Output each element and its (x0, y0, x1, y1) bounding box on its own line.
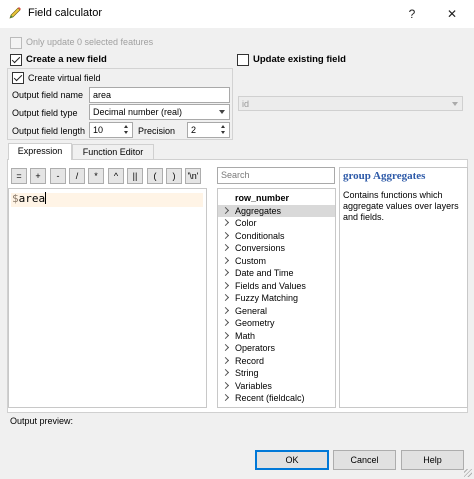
update-existing-field-checkbox[interactable] (237, 54, 249, 66)
operator-power-button[interactable]: ^ (108, 168, 124, 184)
precision-label: Precision (138, 126, 176, 136)
virtual-field-checkbox[interactable] (12, 72, 24, 84)
text-caret (45, 192, 47, 204)
output-field-length-spinbox[interactable]: 10 (89, 122, 133, 138)
output-field-length-label: Output field length (12, 126, 86, 136)
list-item-date-and-time[interactable]: Date and Time (218, 267, 335, 280)
operator-newline-button[interactable]: '\n' (185, 168, 201, 184)
spin-down-icon[interactable] (122, 130, 131, 136)
list-item-fuzzy-matching[interactable]: Fuzzy Matching (218, 292, 335, 305)
operator-open-paren-button[interactable]: ( (147, 168, 163, 184)
chevron-down-icon (452, 102, 458, 106)
expression-prefix: $ (12, 192, 19, 205)
chevron-right-icon (221, 393, 230, 402)
function-search-input[interactable]: Search (217, 167, 335, 184)
list-item-conversions[interactable]: Conversions (218, 242, 335, 255)
create-new-field-checkbox[interactable] (10, 54, 22, 66)
list-item-general[interactable]: General (218, 305, 335, 318)
tab-expression[interactable]: Expression (8, 143, 72, 160)
list-item-math[interactable]: Math (218, 330, 335, 343)
resize-grip[interactable] (464, 469, 472, 477)
chevron-right-icon (221, 381, 230, 389)
operator-equals-button[interactable]: = (11, 168, 27, 184)
title-bar: Field calculator ? ✕ (0, 0, 474, 28)
list-item-variables[interactable]: Variables (218, 380, 335, 393)
operator-minus-button[interactable]: - (50, 168, 66, 184)
chevron-right-icon (221, 231, 230, 239)
close-button[interactable]: ✕ (442, 4, 462, 24)
operator-multiply-button[interactable]: * (88, 168, 104, 184)
existing-field-select[interactable]: id (238, 96, 463, 111)
chevron-right-icon (221, 318, 230, 327)
output-field-name-label: Output field name (12, 90, 84, 100)
chevron-right-icon (221, 256, 230, 264)
help-title: group Aggregates (343, 170, 426, 182)
expression-editor[interactable]: $area (8, 188, 207, 408)
list-item-aggregates[interactable]: Aggregates (218, 204, 335, 217)
output-field-type-label: Output field type (12, 108, 78, 118)
function-help-panel: group Aggregates Contains functions whic… (339, 167, 468, 408)
chevron-right-icon (221, 268, 230, 277)
cancel-button[interactable]: Cancel (333, 450, 396, 470)
output-field-name-input[interactable]: area (89, 87, 230, 103)
list-item-conditionals[interactable]: Conditionals (218, 230, 335, 243)
list-item-recent-fieldcalc[interactable]: Recent (fieldcalc) (218, 392, 335, 405)
update-existing-field-label: Update existing field (253, 54, 346, 65)
spin-down-icon[interactable] (219, 130, 228, 136)
chevron-right-icon (221, 293, 230, 302)
qgis-pencil-icon (9, 7, 21, 19)
help-button[interactable]: Help (401, 450, 464, 470)
list-item-row-number[interactable]: row_number (218, 192, 335, 205)
only-selected-label: Only update 0 selected features (26, 37, 154, 47)
expression-body: area (18, 192, 46, 205)
list-item-operators[interactable]: Operators (218, 342, 335, 355)
chevron-right-icon (221, 343, 230, 352)
chevron-down-icon (219, 110, 225, 114)
help-title-button[interactable]: ? (402, 4, 422, 24)
expression-text: $area (12, 192, 47, 205)
output-preview-label: Output preview: (10, 416, 74, 426)
list-item-color[interactable]: Color (218, 217, 335, 230)
chevron-right-icon (221, 306, 230, 314)
tab-function-editor[interactable]: Function Editor (72, 144, 154, 160)
operator-close-paren-button[interactable]: ) (166, 168, 182, 184)
chevron-right-icon (221, 331, 230, 339)
list-item-fields-and-values[interactable]: Fields and Values (218, 280, 335, 293)
create-new-field-label: Create a new field (26, 54, 107, 65)
chevron-right-icon (221, 281, 230, 289)
output-field-type-select[interactable]: Decimal number (real) (89, 104, 230, 120)
output-field-type-value: Decimal number (real) (93, 107, 183, 117)
operator-divide-button[interactable]: / (69, 168, 85, 184)
list-item-record[interactable]: Record (218, 355, 335, 368)
precision-spinbox[interactable]: 2 (187, 122, 230, 138)
help-description: Contains functions which aggregate value… (343, 190, 459, 222)
list-item-custom[interactable]: Custom (218, 255, 335, 268)
chevron-right-icon (221, 368, 230, 377)
operator-plus-button[interactable]: + (30, 168, 46, 184)
function-list: row_number Aggregates Color Conditionals… (217, 188, 336, 408)
existing-field-value: id (242, 99, 250, 109)
window-title: Field calculator (28, 7, 102, 19)
virtual-field-label: Create virtual field (28, 73, 101, 83)
operator-concat-button[interactable]: || (127, 168, 143, 184)
ok-button[interactable]: OK (255, 450, 329, 470)
chevron-right-icon (221, 206, 230, 214)
chevron-right-icon (221, 356, 230, 364)
list-item-geometry[interactable]: Geometry (218, 317, 335, 330)
chevron-right-icon (221, 218, 230, 227)
output-field-length-value: 10 (93, 125, 104, 135)
list-item-string[interactable]: String (218, 367, 335, 380)
only-selected-checkbox[interactable] (10, 37, 22, 49)
chevron-right-icon (221, 243, 230, 252)
precision-value: 2 (191, 125, 197, 135)
